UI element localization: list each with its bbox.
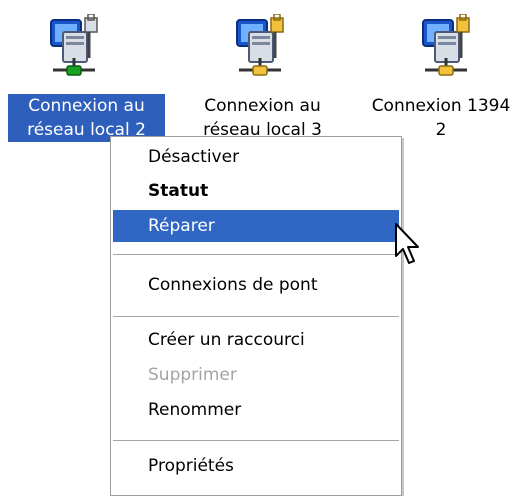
arrow-cursor-icon — [394, 222, 422, 266]
menu-item-reparer[interactable]: Réparer — [113, 210, 399, 242]
desktop-item-label-line1: Connexion 1394 — [371, 96, 511, 116]
menu-item-renommer[interactable]: Renommer — [113, 394, 399, 426]
network-connection-icon[interactable] — [231, 14, 291, 84]
menu-item-connexions-de-pont[interactable]: Connexions de pont — [113, 269, 399, 301]
menu-item-supprimer: Supprimer — [148, 365, 237, 385]
network-connection-icon[interactable] — [45, 14, 105, 84]
context-menu: Désactiver Statut Réparer Connexions de … — [110, 136, 402, 496]
network-connection-icon[interactable] — [417, 14, 477, 84]
menu-separator — [113, 440, 399, 441]
menu-separator — [113, 254, 399, 255]
desktop-item-label-line1: Connexion au — [28, 96, 145, 116]
menu-item-creer-raccourci[interactable]: Créer un raccourci — [113, 324, 399, 356]
desktop-item-label[interactable]: Connexion au réseau local 2 — [8, 94, 165, 142]
desktop-item-label[interactable]: Connexion au réseau local 3 — [185, 94, 340, 142]
menu-separator — [113, 316, 399, 317]
menu-item-desactiver[interactable]: Désactiver — [113, 141, 399, 173]
desktop-item-label[interactable]: Connexion 1394 2 — [358, 94, 524, 142]
menu-item-proprietes[interactable]: Propriétés — [113, 450, 399, 482]
desktop-item-label-line1: Connexion au — [204, 96, 321, 116]
menu-item-statut[interactable]: Statut — [113, 175, 399, 207]
